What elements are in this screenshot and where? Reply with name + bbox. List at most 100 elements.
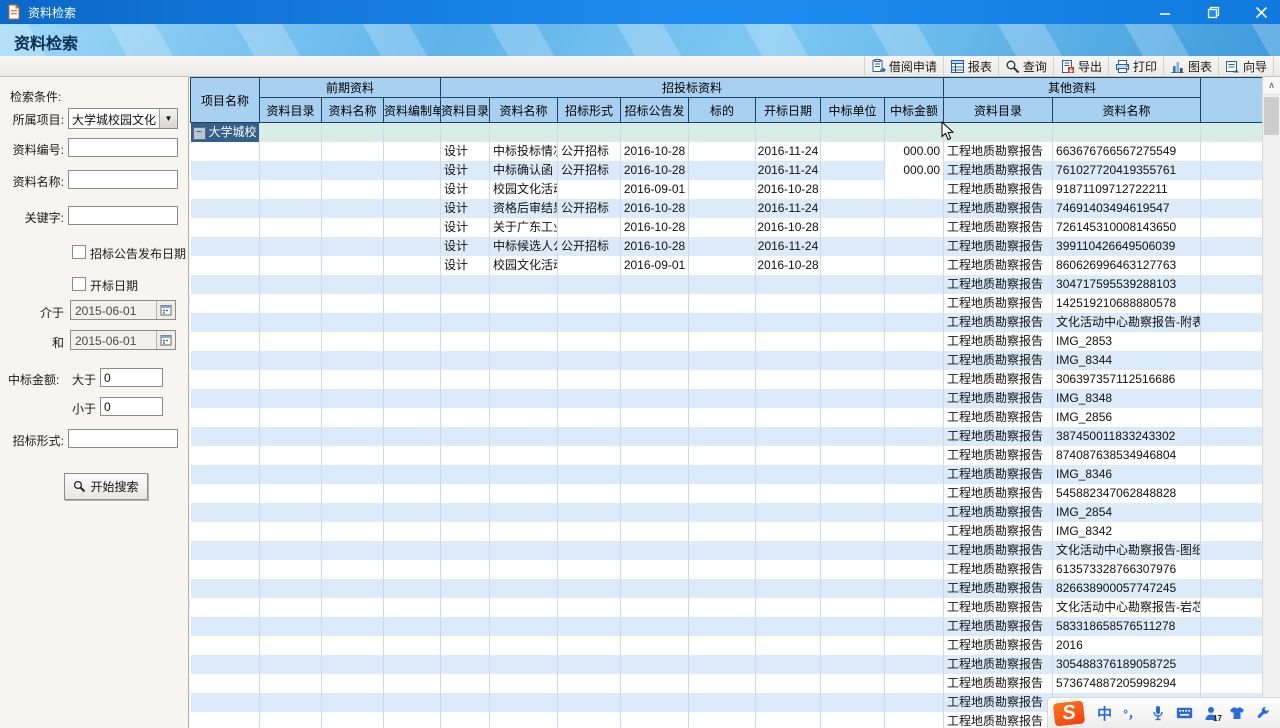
table-row[interactable]: 设计校园文化活动2016-09-012016-10-28工程地质勘察报告9187… xyxy=(191,180,1263,199)
table-cell[interactable]: 304717595539288103 xyxy=(1053,275,1201,294)
table-cell[interactable] xyxy=(490,313,558,332)
table-cell[interactable] xyxy=(621,503,689,522)
table-cell[interactable] xyxy=(322,389,384,408)
table-row[interactable]: 工程地质勘察报告2016 xyxy=(191,636,1263,655)
table-cell[interactable] xyxy=(384,199,441,218)
table-cell[interactable] xyxy=(558,389,621,408)
table-cell[interactable] xyxy=(689,446,756,465)
table-cell[interactable]: 613573328766307976 xyxy=(1053,560,1201,579)
table-cell[interactable]: 工程地质勘察报告 xyxy=(944,503,1053,522)
table-cell[interactable] xyxy=(756,351,821,370)
table-row[interactable]: 工程地质勘察报告304717595539288103 xyxy=(191,275,1263,294)
table-cell[interactable] xyxy=(621,560,689,579)
table-cell[interactable] xyxy=(384,446,441,465)
table-cell[interactable] xyxy=(260,636,322,655)
table-cell[interactable] xyxy=(191,598,260,617)
table-cell[interactable] xyxy=(384,161,441,180)
punctuation-icon[interactable]: °， xyxy=(1123,705,1140,722)
table-cell[interactable] xyxy=(191,712,260,728)
table-cell[interactable] xyxy=(384,655,441,674)
table-cell[interactable] xyxy=(821,123,885,143)
table-cell[interactable]: 工程地质勘察报告 xyxy=(944,275,1053,294)
chart-button[interactable]: 图表 xyxy=(1164,57,1219,76)
table-cell[interactable] xyxy=(821,693,885,712)
table-cell[interactable] xyxy=(1201,237,1262,256)
table-row[interactable]: 工程地质勘察报告305488376189058725 xyxy=(191,655,1263,674)
table-cell[interactable] xyxy=(1201,560,1262,579)
table-cell[interactable] xyxy=(191,351,260,370)
table-cell[interactable] xyxy=(821,237,885,256)
table-cell[interactable] xyxy=(490,693,558,712)
table-cell[interactable] xyxy=(689,237,756,256)
table-cell[interactable] xyxy=(191,313,260,332)
table-cell[interactable] xyxy=(384,275,441,294)
table-cell[interactable]: IMG_2854 xyxy=(1053,503,1201,522)
table-cell[interactable]: 545882347062848828 xyxy=(1053,484,1201,503)
table-cell[interactable] xyxy=(260,712,322,728)
table-cell[interactable]: 校园文化活动 xyxy=(490,256,558,275)
table-cell[interactable] xyxy=(260,655,322,674)
table-cell[interactable] xyxy=(260,123,322,143)
table-cell[interactable] xyxy=(441,427,490,446)
table-cell[interactable] xyxy=(384,123,441,143)
table-cell[interactable] xyxy=(1201,446,1262,465)
table-cell[interactable] xyxy=(191,218,260,237)
table-cell[interactable] xyxy=(441,408,490,427)
table-cell[interactable] xyxy=(322,123,384,143)
table-cell[interactable] xyxy=(322,636,384,655)
table-cell[interactable] xyxy=(689,503,756,522)
table-cell[interactable] xyxy=(384,484,441,503)
table-cell[interactable]: 工程地质勘察报告 xyxy=(944,142,1053,161)
table-cell[interactable] xyxy=(821,408,885,427)
table-cell[interactable] xyxy=(558,294,621,313)
table-cell[interactable] xyxy=(689,541,756,560)
table-cell[interactable]: 387450011833243302 xyxy=(1053,427,1201,446)
table-cell[interactable]: 设计 xyxy=(441,199,490,218)
table-cell[interactable] xyxy=(322,579,384,598)
table-cell[interactable]: 000.00 xyxy=(885,161,944,180)
table-cell[interactable] xyxy=(689,294,756,313)
table-cell[interactable] xyxy=(490,294,558,313)
table-cell[interactable] xyxy=(490,655,558,674)
table-cell[interactable]: 2016-10-28 xyxy=(621,218,689,237)
table-cell[interactable] xyxy=(441,275,490,294)
date-from-field[interactable]: 2015-06-01 xyxy=(70,300,176,320)
table-cell[interactable] xyxy=(191,617,260,636)
table-cell[interactable] xyxy=(821,313,885,332)
table-cell[interactable] xyxy=(558,351,621,370)
table-cell[interactable]: 中标确认函 xyxy=(490,161,558,180)
table-cell[interactable] xyxy=(1201,332,1262,351)
table-cell[interactable] xyxy=(756,427,821,446)
table-cell[interactable] xyxy=(384,560,441,579)
table-cell[interactable] xyxy=(441,123,490,143)
table-cell[interactable] xyxy=(689,522,756,541)
report-button[interactable]: 报表 xyxy=(944,57,999,76)
table-cell[interactable]: 设计 xyxy=(441,218,490,237)
table-cell[interactable] xyxy=(689,370,756,389)
table-cell[interactable] xyxy=(1201,180,1262,199)
table-cell[interactable] xyxy=(260,617,322,636)
table-cell[interactable] xyxy=(558,275,621,294)
table-cell[interactable] xyxy=(260,199,322,218)
table-cell[interactable] xyxy=(191,427,260,446)
table-cell[interactable] xyxy=(384,313,441,332)
table-cell[interactable] xyxy=(885,389,944,408)
table-cell[interactable] xyxy=(260,579,322,598)
table-cell[interactable] xyxy=(384,636,441,655)
table-cell[interactable] xyxy=(191,142,260,161)
table-cell[interactable]: 工程地质勘察报告 xyxy=(944,427,1053,446)
table-cell[interactable] xyxy=(322,598,384,617)
table-row[interactable]: 设计中标投标情况公开招标2016-10-282016-11-24000.00工程… xyxy=(191,142,1263,161)
table-cell[interactable]: 工程地质勘察报告 xyxy=(944,560,1053,579)
table-cell[interactable] xyxy=(441,313,490,332)
table-cell[interactable] xyxy=(490,446,558,465)
table-cell[interactable]: 公开招标 xyxy=(558,142,621,161)
table-cell[interactable] xyxy=(260,142,322,161)
table-cell[interactable] xyxy=(821,465,885,484)
table-cell[interactable] xyxy=(885,465,944,484)
table-cell[interactable] xyxy=(558,332,621,351)
table-cell[interactable] xyxy=(490,465,558,484)
user-count-icon[interactable]: 17 xyxy=(1204,706,1218,721)
table-cell[interactable] xyxy=(260,598,322,617)
table-cell[interactable]: 2016 xyxy=(1053,636,1201,655)
